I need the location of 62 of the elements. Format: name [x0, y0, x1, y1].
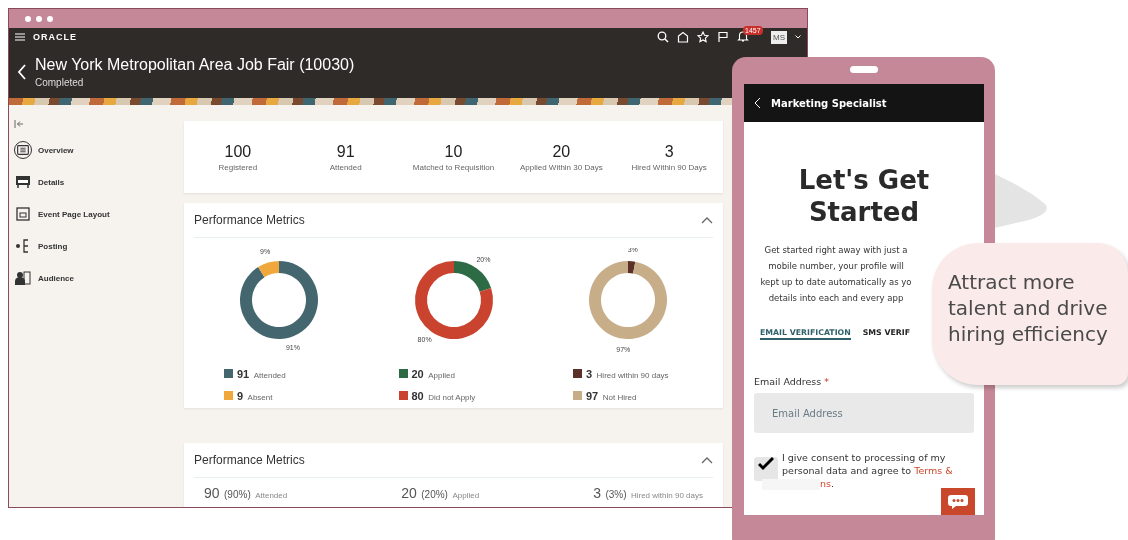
stat-label: Hired Within 90 Days — [631, 162, 707, 172]
callout-text: Attract more talent and drive hiring efficiency — [932, 243, 1128, 385]
back-icon[interactable] — [17, 64, 27, 80]
chat-icon — [947, 493, 969, 510]
stat-label: Matched to Requisition — [412, 162, 495, 172]
intro-text: kept up to date automatically as yo — [760, 276, 912, 289]
stat-value: 20 — [552, 142, 571, 161]
status-label: Completed — [35, 77, 85, 88]
email-input-field[interactable]: Email Address — [754, 393, 974, 433]
summary-metric: 3 (3%) Hired within 90 days — [593, 484, 703, 502]
legend-item: 3 Hired within 90 days — [586, 367, 669, 382]
sidebar-item[interactable]: Event Page Layout — [14, 203, 184, 225]
summary-metric: 20 (20%) Applied — [401, 484, 480, 502]
screen-title: Marketing Specialist — [771, 97, 887, 109]
back-icon[interactable] — [754, 97, 761, 109]
home-icon[interactable] — [677, 31, 689, 43]
stat-value: 91 — [336, 142, 355, 161]
intro-text: mobile number, your profile will — [768, 260, 904, 273]
legend-item: 97 Not Hired — [586, 389, 637, 404]
summary-metric: 90 (90%) Attended — [204, 484, 288, 502]
flag-icon[interactable] — [717, 31, 729, 43]
intro-text: Get started right away with just a — [764, 244, 908, 257]
stat-label: Applied Within 30 Days — [519, 162, 603, 172]
heading: Let's Get Started — [797, 164, 931, 228]
legend-item: 91 Attended — [237, 367, 286, 382]
terms-link[interactable]: ns — [820, 478, 831, 489]
legend-item: 9 Absent — [237, 389, 273, 404]
logo[interactable]: ORACLE — [33, 32, 77, 42]
stat-value: 3 — [664, 142, 674, 161]
star-icon[interactable] — [697, 31, 709, 43]
card-title: Performance Metrics — [194, 453, 305, 467]
window-dot — [47, 15, 53, 22]
sidebar-item[interactable]: Audience — [14, 267, 184, 289]
legend-item: 20 Applied — [411, 367, 455, 382]
card-title: Performance Metrics — [194, 213, 305, 227]
stat-value: 100 — [224, 142, 252, 161]
consent-text: I give consent to processing of my personal data and agree to Terms & ns. — [782, 451, 957, 490]
window-dot — [25, 15, 31, 22]
user-avatar[interactable]: MS — [771, 30, 787, 44]
page-title: New York Metropolitan Area Job Fair (10030) — [35, 56, 355, 74]
stat-value: 10 — [444, 142, 463, 161]
stat-label: Attended — [329, 162, 362, 172]
speaker-slot — [850, 66, 878, 73]
field-label: Email Address * — [754, 376, 830, 387]
collapse-button[interactable] — [701, 456, 713, 464]
sidebar-item[interactable]: Overview — [14, 139, 184, 161]
window-dot — [36, 15, 42, 22]
sidebar-item[interactable]: Posting — [14, 235, 184, 257]
redaction-block — [762, 479, 820, 490]
legend-item: 80 Did not Apply — [411, 389, 476, 404]
checkmark-icon — [758, 457, 774, 471]
collapse-button[interactable] — [701, 216, 713, 224]
menu-icon[interactable] — [15, 33, 25, 41]
consent-checkbox[interactable] — [754, 457, 778, 481]
intro-text: details into each and every app — [768, 292, 904, 305]
terms-link[interactable]: Terms & — [914, 465, 953, 476]
stat-label: Registered — [218, 162, 258, 172]
caret-icon[interactable] — [795, 35, 801, 39]
search-icon[interactable] — [657, 31, 669, 43]
sidebar-item[interactable]: Details — [14, 171, 184, 193]
chat-button[interactable] — [941, 488, 975, 515]
collapse-sidebar-icon[interactable] — [14, 119, 24, 129]
